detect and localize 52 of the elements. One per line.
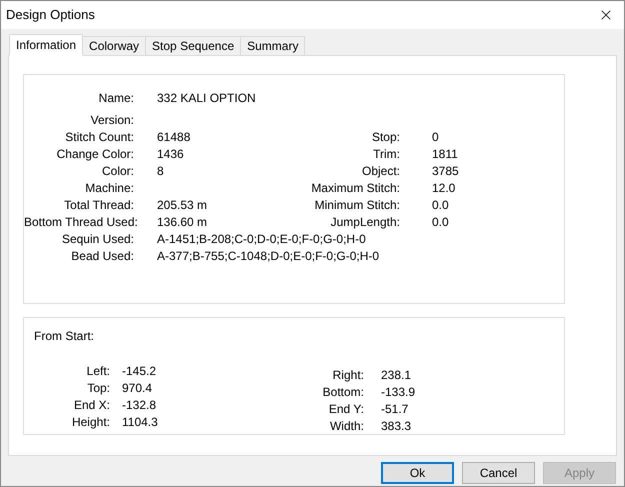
tab[interactable]: Summary [241, 36, 306, 55]
field-label: Minimum Stitch: [314, 196, 400, 214]
field-value: 1104.3 [121, 414, 158, 430]
field-value: 3785 [431, 162, 459, 180]
field-value: 205.53 m [156, 196, 208, 214]
dialog-button[interactable]: Ok [381, 462, 454, 484]
field-label: Version: [90, 112, 134, 128]
field-label: Sequin Used: [60, 230, 134, 248]
field-label: Stop: [370, 128, 400, 146]
field-label: Bead Used: [70, 248, 134, 264]
field-value: 1811 [431, 146, 458, 162]
field-label: Stitch Count: [64, 128, 134, 146]
field-label: End X: [72, 396, 110, 414]
field-value: 12.0 [431, 180, 456, 196]
field-label: Change Color: [56, 146, 134, 162]
field-label: Maximum Stitch: [310, 180, 400, 196]
field-value: 332 KALI OPTION [156, 90, 256, 106]
field-label: Color: [100, 162, 134, 180]
field-label: Name: [98, 90, 134, 106]
field-label: Machine: [84, 180, 134, 196]
field-label: Left: [86, 362, 110, 380]
field-value: -133.9 [380, 384, 416, 400]
field-label: End Y: [328, 400, 364, 418]
field-label: Trim: [372, 146, 400, 162]
field-label: Top: [86, 380, 110, 396]
field-value: 1436 [156, 146, 184, 162]
field-value: A-377;B-755;C-1048;D-0;E-0;F-0;G-0;H-0 [156, 248, 380, 264]
dialog-button[interactable]: Cancel [462, 462, 535, 484]
group-title: From Start: [34, 329, 94, 343]
field-value: 61488 [156, 128, 190, 146]
field-value: A-1451;B-208;C-0;D-0;E-0;F-0;G-0;H-0 [156, 230, 366, 248]
field-value: 383.3 [380, 418, 412, 434]
field-value: 0.0 [431, 214, 449, 230]
tab[interactable]: Colorway [83, 36, 146, 55]
field-label: JumpLength: [330, 214, 400, 230]
field-label: Total Thread: [63, 196, 134, 214]
field-label: Bottom: [322, 384, 364, 400]
field-value: -51.7 [380, 400, 408, 418]
field-label: Object: [360, 162, 400, 180]
field-label: Right: [332, 366, 364, 384]
field-label: Width: [328, 418, 364, 434]
field-value: 970.4 [121, 380, 152, 396]
field-value: 238.1 [380, 366, 412, 384]
window-title: Design Options [6, 6, 95, 24]
field-label: Height: [70, 414, 110, 430]
field-value: -132.8 [121, 396, 156, 414]
tab[interactable]: Information [9, 34, 84, 56]
tab[interactable]: Stop Sequence [146, 36, 242, 55]
field-value: 0 [431, 128, 439, 146]
field-value: -145.2 [121, 362, 156, 380]
field-value: 8 [156, 162, 164, 180]
field-value: 0.0 [431, 196, 449, 214]
